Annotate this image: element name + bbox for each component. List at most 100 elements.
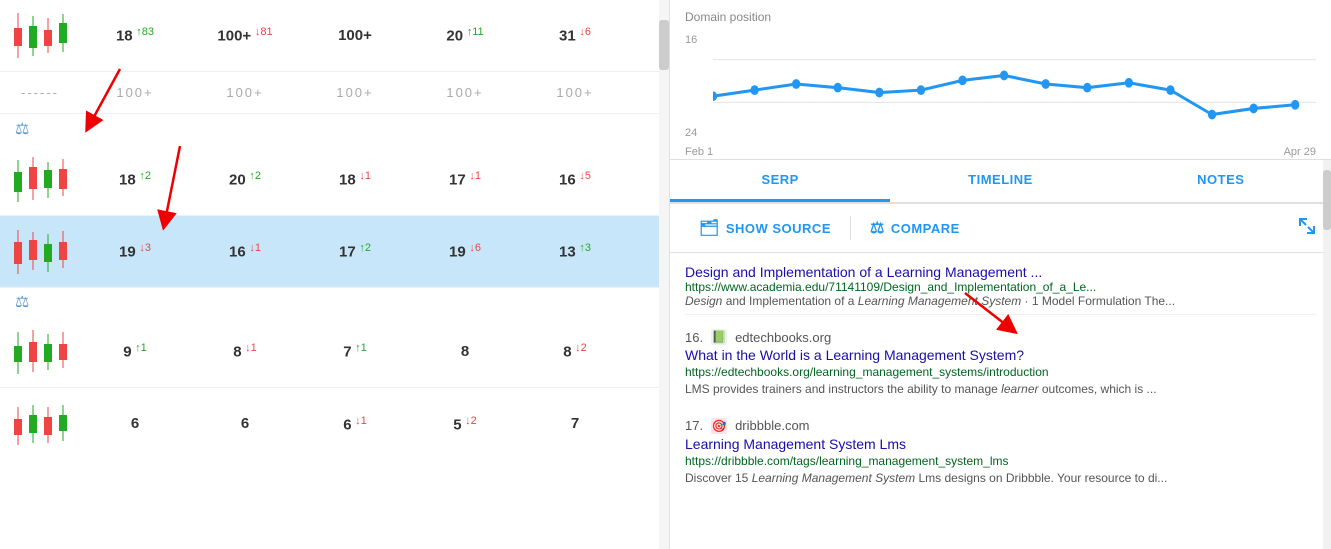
col-4-0: 9 ↑1 (80, 342, 190, 360)
serp-favicon-16: 📗 (711, 329, 727, 345)
dotted-row: ------ 100+ 100+ 100+ 100+ 100+ (0, 72, 669, 114)
rank-row-4: 9 ↑1 8 ↓1 7 ↑1 8 8 ↓2 (0, 316, 669, 388)
right-scroll-thumb[interactable] (1323, 170, 1331, 230)
right-scrollbar[interactable] (1323, 160, 1331, 549)
balance-icon-2: ⚖ (15, 292, 29, 312)
tab-serp[interactable]: SERP (670, 160, 890, 202)
action-divider (850, 216, 851, 240)
serp-title-17[interactable]: Learning Management System Lms (685, 436, 1316, 452)
col-1-3: 100+ (300, 27, 410, 44)
candlestick-3 (0, 224, 80, 279)
left-scrollbar[interactable] (659, 0, 669, 549)
col-2-1: 20 ↑2 (190, 170, 300, 188)
col-3-2: 17 ↑2 (300, 242, 410, 260)
serp-snippet-17: Discover 15 Learning Management System L… (685, 470, 1316, 487)
col-4-1: 8 ↓1 (190, 342, 300, 360)
compare-label: COMPARE (891, 221, 960, 236)
rank-row-2: 18 ↑2 20 ↑2 18 ↓1 17 ↓1 16 ↓5 (0, 144, 669, 216)
candlestick-1 (0, 8, 80, 63)
col-3-4: 13 ↑3 (520, 242, 630, 260)
serp-results[interactable]: Design and Implementation of a Learning … (670, 253, 1331, 549)
candlestick-2 (0, 152, 80, 207)
data-cols-4: 9 ↑1 8 ↓1 7 ↑1 8 8 ↓2 (80, 342, 669, 360)
serp-domain-17: dribbble.com (735, 418, 809, 433)
col-1-2: 100+ ↓81 (190, 26, 300, 44)
data-cols-3: 19 ↓3 16 ↓1 17 ↑2 19 ↓6 13 ↑3 (80, 242, 669, 260)
left-scroll-thumb[interactable] (659, 20, 669, 70)
serp-result-17-header: 17. 🎯 dribbble.com (685, 418, 1316, 434)
col-2-0: 18 ↑2 (80, 170, 190, 188)
expand-button[interactable] (1298, 217, 1316, 240)
serp-num-17: 17. (685, 418, 703, 433)
x-label-feb: Feb 1 (685, 146, 713, 158)
col-5-1: 6 (190, 415, 300, 432)
serp-domain-16: edtechbooks.org (735, 330, 831, 345)
serp-url-17: https://dribbble.com/tags/learning_manag… (685, 454, 1316, 468)
action-bar: 🗂 SHOW SOURCE ⚖ COMPARE (670, 204, 1331, 253)
candlestick-svg-4 (8, 324, 73, 379)
expand-icon (1298, 217, 1316, 235)
col-5-2: 6 ↓1 (300, 415, 410, 433)
col-1-4: 20 ↑11 (410, 26, 520, 44)
serp-num-16: 16. (685, 330, 703, 345)
show-source-icon: 🗂 (699, 218, 720, 238)
candlestick-svg-5 (8, 397, 73, 452)
y-label-16: 16 (685, 34, 708, 46)
data-cols-1: 18 ↑83 100+ ↓81 100+ 20 ↑11 31 ↓6 (80, 26, 669, 44)
balance-icon-1: ⚖ (15, 119, 29, 139)
rank-row-3-highlighted: 19 ↓3 16 ↓1 17 ↑2 19 ↓6 13 ↑3 (0, 216, 669, 288)
top-result-title[interactable]: Design and Implementation of a Learning … (685, 264, 1316, 280)
serp-snippet-16: LMS provides trainers and instructors th… (685, 381, 1316, 398)
serp-result-16: 16. 📗 edtechbooks.org What in the World … (685, 323, 1316, 398)
rank-row-1: 18 ↑83 100+ ↓81 100+ 20 ↑11 31 ↓6 (0, 0, 669, 72)
col-3-3: 19 ↓6 (410, 242, 520, 260)
balance-icon-row-2: ⚖ (0, 288, 669, 316)
col-2-2: 18 ↓1 (300, 170, 410, 188)
candlestick-5 (0, 397, 80, 452)
candlestick-svg-3 (8, 224, 73, 279)
col-1-5: 31 ↓6 (520, 26, 630, 44)
serp-url-16: https://edtechbooks.org/learning_managem… (685, 365, 1316, 379)
tab-timeline[interactable]: TIMELINE (890, 160, 1110, 202)
compare-button[interactable]: ⚖ COMPARE (856, 212, 974, 244)
tabs-bar: SERP TIMELINE NOTES (670, 160, 1331, 204)
col-2-4: 16 ↓5 (520, 170, 630, 188)
candlestick-4 (0, 324, 80, 379)
col-1-1: 18 ↑83 (80, 26, 190, 44)
col-5-3: 5 ↓2 (410, 415, 520, 433)
candlestick-svg-1 (8, 8, 73, 63)
col-2-3: 17 ↓1 (410, 170, 520, 188)
data-cols-2: 18 ↑2 20 ↑2 18 ↓1 17 ↓1 16 ↓5 (80, 170, 669, 188)
show-source-button[interactable]: 🗂 SHOW SOURCE (685, 212, 845, 244)
candlestick-svg-2 (8, 152, 73, 207)
left-panel: 18 ↑83 100+ ↓81 100+ 20 ↑11 31 ↓6 ------… (0, 0, 670, 549)
show-source-label: SHOW SOURCE (726, 221, 831, 236)
col-4-2: 7 ↑1 (300, 342, 410, 360)
serp-result-top: Design and Implementation of a Learning … (685, 258, 1316, 315)
col-4-3: 8 (410, 343, 520, 360)
rank-row-5: 6 6 6 ↓1 5 ↓2 7 (0, 388, 669, 460)
serp-result-17: 17. 🎯 dribbble.com Learning Management S… (685, 412, 1316, 487)
data-cols-5: 6 6 6 ↓1 5 ↓2 7 (80, 415, 669, 433)
domain-position-chart (713, 29, 1316, 139)
top-result-snippet: Design and Implementation of a Learning … (685, 294, 1316, 308)
top-result-url: https://www.academia.edu/71141109/Design… (685, 280, 1316, 294)
col-3-1: 16 ↓1 (190, 242, 300, 260)
serp-favicon-17: 🎯 (711, 418, 727, 434)
chart-x-axis: Feb 1 Apr 29 (685, 146, 1316, 158)
col-5-0: 6 (80, 415, 190, 432)
x-label-apr: Apr 29 (1284, 146, 1316, 158)
balance-icon-row-1: ⚖ (0, 114, 669, 144)
right-panel: Domain position 16 24 (670, 0, 1331, 549)
col-4-4: 8 ↓2 (520, 342, 630, 360)
serp-result-16-header: 16. 📗 edtechbooks.org (685, 329, 1316, 345)
col-3-0: 19 ↓3 (80, 242, 190, 260)
chart-title: Domain position (685, 10, 1316, 24)
compare-icon: ⚖ (870, 218, 885, 238)
chart-area: Domain position 16 24 (670, 0, 1331, 160)
serp-title-16[interactable]: What in the World is a Learning Manageme… (685, 347, 1316, 363)
y-axis-labels: 16 24 (685, 29, 713, 144)
tab-notes[interactable]: NOTES (1111, 160, 1331, 202)
y-label-24: 24 (685, 127, 708, 139)
col-5-4: 7 (520, 415, 630, 432)
